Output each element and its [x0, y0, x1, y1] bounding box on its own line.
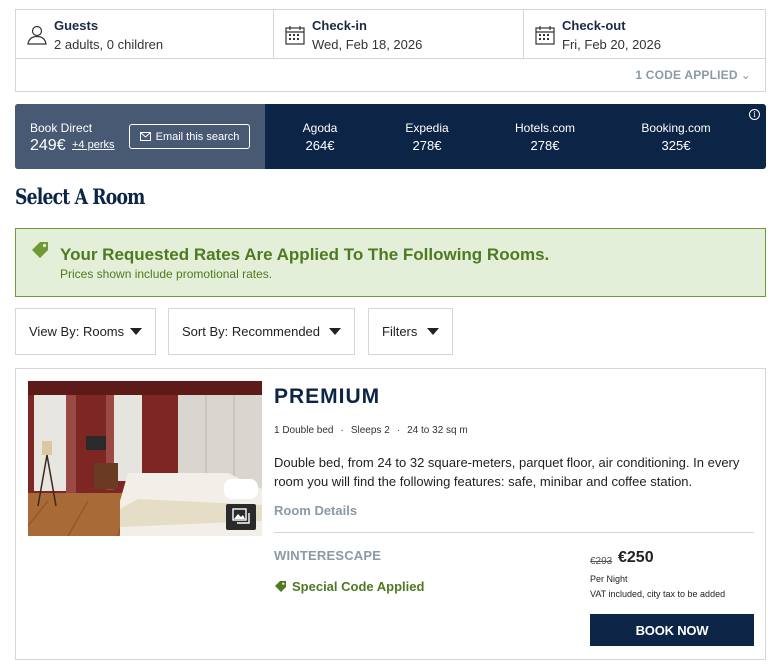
checkout-label: Check-out — [562, 18, 626, 33]
info-icon[interactable]: i — [749, 109, 760, 120]
book-direct-label: Book Direct — [30, 121, 93, 135]
view-by-dropdown[interactable]: View By: Rooms — [15, 308, 156, 355]
checkout-value: Fri, Feb 20, 2026 — [562, 37, 661, 52]
competitor-name: Expedia — [405, 121, 449, 135]
search-fields: Guests 2 adults, 0 children Check-in Wed… — [16, 10, 765, 59]
special-code-indicator: Special Code Applied — [274, 579, 424, 594]
competitor-price: 325€ — [661, 138, 691, 153]
competitor-price: 278€ — [412, 138, 442, 153]
email-search-label: Email this search — [155, 130, 240, 143]
guests-value: 2 adults, 0 children — [54, 37, 164, 52]
gallery-button[interactable] — [226, 504, 256, 530]
checkout-field[interactable]: Check-out Fri, Feb 20, 2026 — [524, 10, 765, 59]
book-direct-price: 249€ — [30, 137, 66, 154]
code-applied-toggle[interactable]: 1 CODE APPLIED ⌄ — [635, 68, 751, 82]
calendar-icon — [285, 26, 305, 45]
email-search-button[interactable]: Email this search — [129, 124, 250, 149]
room-photo[interactable] — [28, 381, 262, 536]
rate-divider — [274, 532, 754, 533]
spec-separator: · — [340, 425, 344, 436]
book-now-button[interactable]: BOOK NOW — [590, 614, 754, 646]
room-name: PREMIUM — [274, 385, 381, 408]
search-summary: Guests 2 adults, 0 children Check-in Wed… — [15, 9, 766, 92]
caret-down-icon — [329, 328, 341, 335]
filters-dropdown[interactable]: Filters — [368, 308, 453, 355]
rates-applied-notice: Your Requested Rates Are Applied To The … — [15, 228, 766, 297]
checkin-value: Wed, Feb 18, 2026 — [312, 37, 423, 52]
gallery-icon — [232, 508, 250, 524]
page-title: Select A Room — [15, 184, 145, 209]
room-size-spec: 24 to 32 sq m — [407, 425, 468, 436]
sort-by-label: Sort By: Recommended — [182, 324, 321, 339]
original-price: €293 — [590, 556, 613, 567]
competitor-price: 278€ — [530, 138, 560, 153]
price-comparison-bar: Book Direct 249€ +4 perks Email this sea… — [15, 104, 766, 169]
room-details-link[interactable]: Room Details — [274, 503, 357, 518]
competitor-expedia: Expedia 278€ — [372, 121, 482, 153]
competitor-name: Hotels.com — [514, 121, 576, 135]
notice-heading: Your Requested Rates Are Applied To The … — [60, 245, 550, 264]
code-applied-label: 1 CODE APPLIED — [635, 68, 738, 82]
calendar-icon — [535, 26, 555, 45]
room-bed-spec: 1 Double bed — [274, 425, 334, 436]
sort-by-dropdown[interactable]: Sort By: Recommended — [168, 308, 355, 355]
special-code-label: Special Code Applied — [292, 579, 425, 594]
chevron-down-icon: ⌄ — [740, 68, 751, 82]
room-specs: 1 Double bed · Sleeps 2 · 24 to 32 sq m — [274, 425, 468, 436]
caret-down-icon — [130, 328, 142, 335]
competitor-hotels-com: Hotels.com 278€ — [490, 121, 600, 153]
envelope-icon — [139, 132, 151, 141]
guests-field[interactable]: Guests 2 adults, 0 children — [16, 10, 274, 59]
room-sleeps-spec: Sleeps 2 — [350, 425, 390, 436]
room-card: PREMIUM 1 Double bed · Sleeps 2 · 24 to 32 s… — [15, 368, 766, 660]
per-night-label: Per Night — [590, 574, 628, 584]
competitor-name: Agoda — [302, 121, 338, 135]
book-direct-panel: Book Direct 249€ +4 perks Email this sea… — [15, 104, 265, 169]
competitor-price: 264€ — [305, 138, 335, 153]
tag-icon — [32, 242, 48, 258]
person-icon — [27, 25, 47, 45]
rate-code: WINTERESCAPE — [274, 548, 382, 563]
competitor-booking-com: Booking.com 325€ — [621, 121, 731, 153]
caret-down-icon — [427, 328, 439, 335]
competitor-name: Booking.com — [641, 121, 711, 135]
checkin-label: Check-in — [312, 18, 367, 33]
notice-subtext: Prices shown include promotional rates. — [60, 267, 273, 281]
discounted-price: €250 — [618, 549, 654, 566]
vat-note: VAT included, city tax to be added — [590, 589, 726, 599]
competitor-agoda: Agoda 264€ — [265, 121, 375, 153]
spec-separator: · — [396, 425, 401, 436]
filters-label: Filters — [382, 324, 418, 339]
perks-link[interactable]: +4 perks — [72, 139, 115, 151]
room-description: Double bed, from 24 to 32 square-meters,… — [274, 455, 740, 489]
tag-icon — [275, 581, 286, 592]
view-by-label: View By: Rooms — [29, 324, 125, 339]
checkin-field[interactable]: Check-in Wed, Feb 18, 2026 — [274, 10, 524, 59]
guests-label: Guests — [54, 18, 99, 33]
